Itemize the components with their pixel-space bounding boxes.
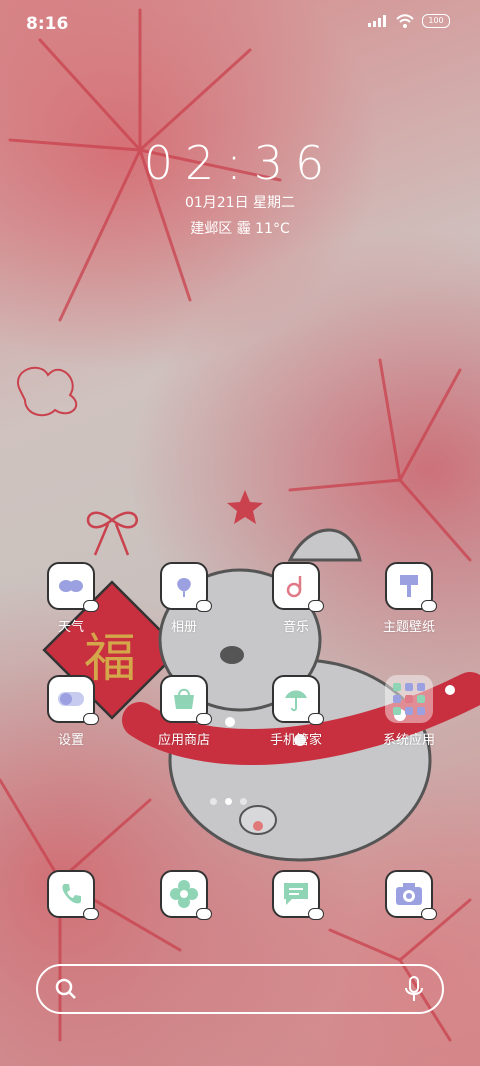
app-label: 天气 xyxy=(57,620,84,635)
gallery-icon xyxy=(160,562,212,612)
search-bar[interactable] xyxy=(36,964,444,1014)
status-bar: 8:16 100 xyxy=(0,0,480,48)
app-label: 相册 xyxy=(170,620,197,635)
security-icon xyxy=(272,675,324,725)
music-icon xyxy=(272,562,324,612)
search-icon xyxy=(55,978,76,999)
messages-icon xyxy=(272,870,324,920)
wifi-icon xyxy=(396,14,414,28)
weather-icon xyxy=(47,562,99,612)
app-gallery[interactable]: 相册 xyxy=(134,562,234,642)
status-icons: 100 xyxy=(368,14,450,28)
folder-icon xyxy=(385,675,433,723)
dock-messages[interactable] xyxy=(246,870,346,950)
app-label: 主题壁纸 xyxy=(382,620,435,635)
microphone-icon[interactable] xyxy=(404,976,424,1002)
app-label: 应用商店 xyxy=(157,733,210,748)
dock-camera[interactable] xyxy=(359,870,459,950)
app-security[interactable]: 手机管家 xyxy=(246,675,346,755)
theme-icon xyxy=(385,562,437,612)
camera-icon xyxy=(385,870,437,920)
page-dot[interactable] xyxy=(210,798,217,805)
dock-browser[interactable] xyxy=(134,870,234,950)
app-label: 设置 xyxy=(57,733,84,748)
flower-icon xyxy=(160,870,212,920)
page-indicator xyxy=(210,798,247,805)
app-music[interactable]: 音乐 xyxy=(246,562,346,642)
app-weather[interactable]: 天气 xyxy=(21,562,121,642)
app-folder-system[interactable]: 系统应用 xyxy=(359,675,459,755)
app-label: 系统应用 xyxy=(382,733,435,748)
app-settings[interactable]: 设置 xyxy=(21,675,121,755)
phone-icon xyxy=(47,870,99,920)
lock-clock: 02:36 xyxy=(143,136,337,190)
app-theme[interactable]: 主题壁纸 xyxy=(359,562,459,642)
signal-icon xyxy=(368,15,386,27)
settings-icon xyxy=(47,675,99,725)
status-time: 8:16 xyxy=(26,14,69,34)
page-dot-active[interactable] xyxy=(225,798,232,805)
lock-weather[interactable]: 建邺区 霾 11°C xyxy=(0,218,480,238)
page-dot[interactable] xyxy=(240,798,247,805)
app-label: 手机管家 xyxy=(269,733,322,748)
battery-icon: 100 xyxy=(422,14,450,28)
app-store-icon xyxy=(160,675,212,725)
dock-phone[interactable] xyxy=(21,870,121,950)
app-label: 音乐 xyxy=(282,620,309,635)
app-store[interactable]: 应用商店 xyxy=(134,675,234,755)
lock-date: 01月21日 星期二 xyxy=(184,195,296,211)
